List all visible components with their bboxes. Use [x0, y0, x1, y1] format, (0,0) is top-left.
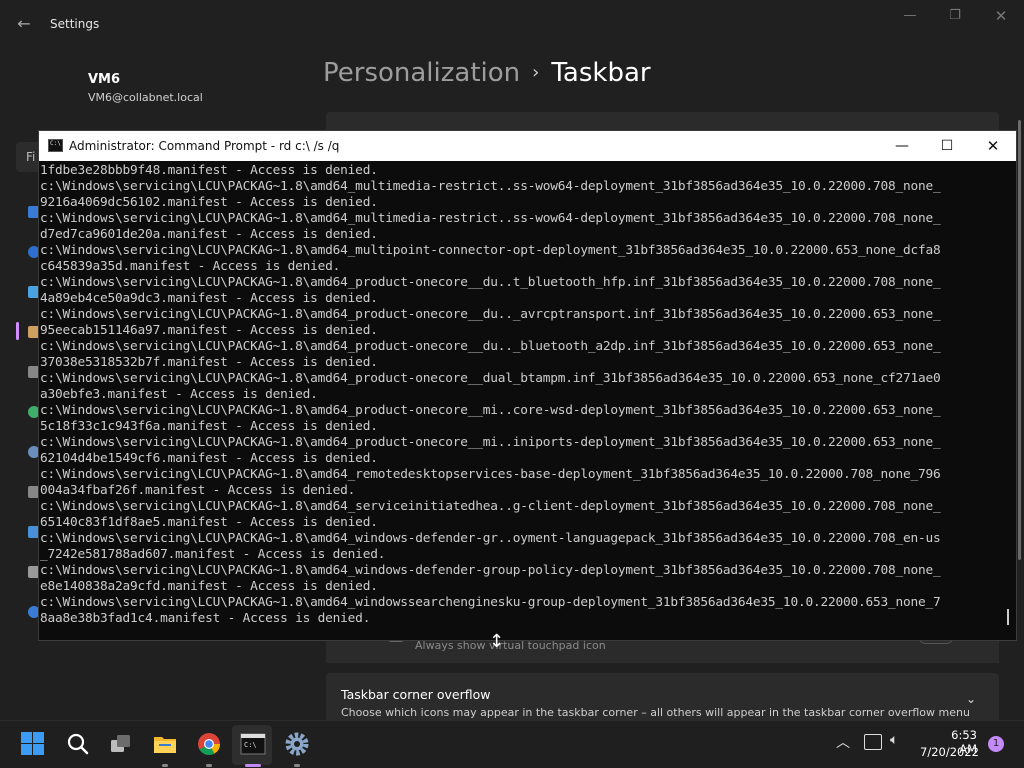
- folder-icon[interactable]: [152, 731, 178, 757]
- console-line: c:\Windows\servicing\LCU\PACKAG~1.8\amd6…: [40, 339, 941, 354]
- console-line: c:\Windows\servicing\LCU\PACKAG~1.8\amd6…: [40, 211, 941, 226]
- overflow-title: Taskbar corner overflow: [341, 687, 491, 702]
- console-line: c:\Windows\servicing\LCU\PACKAG~1.8\amd6…: [40, 307, 941, 322]
- cmd-title: Administrator: Command Prompt - rd c:\ /…: [69, 139, 340, 153]
- console-line: c:\Windows\servicing\LCU\PACKAG~1.8\amd6…: [40, 435, 941, 450]
- console-line: c:\Windows\servicing\LCU\PACKAG~1.8\amd6…: [40, 531, 941, 546]
- breadcrumb: Personalization › Taskbar: [323, 58, 651, 88]
- cmd-active-indicator: [245, 764, 261, 767]
- tray-overflow-chevron-icon[interactable]: ︿: [836, 732, 850, 752]
- restore-button[interactable]: ❐: [940, 8, 970, 28]
- settings-running-indicator: [294, 764, 300, 767]
- console-line: 8aa8e38b3fad1c4.manifest - Access is den…: [40, 611, 371, 626]
- console-line: _7242e581788ad607.manifest - Access is d…: [40, 547, 386, 562]
- explorer-running-indicator: [162, 764, 168, 767]
- settings-scrollbar[interactable]: [1018, 120, 1021, 560]
- cmd-titlebar[interactable]: Administrator: Command Prompt - rd c:\ /…: [39, 131, 1016, 161]
- console-line: c:\Windows\servicing\LCU\PACKAG~1.8\amd6…: [40, 179, 941, 194]
- console-line: c645839a35d.manifest - Access is denied.: [40, 259, 341, 274]
- notification-badge[interactable]: 1: [988, 736, 1004, 752]
- settings-titlebar: ← Settings — ❐ ✕: [0, 0, 1024, 48]
- back-arrow-icon[interactable]: ←: [14, 14, 34, 34]
- console-line: 5c18f33c1c943f6a.manifest - Access is de…: [40, 419, 378, 434]
- console-line: c:\Windows\servicing\LCU\PACKAG~1.8\amd6…: [40, 595, 941, 610]
- console-line: c:\Windows\servicing\LCU\PACKAG~1.8\amd6…: [40, 243, 941, 258]
- cmd-minimize-button[interactable]: —: [887, 136, 917, 156]
- user-name: VM6: [88, 72, 121, 87]
- resize-cursor-icon: ↕: [489, 631, 505, 652]
- console-line: 37038e5318532b7f.manifest - Access is de…: [40, 355, 378, 370]
- command-prompt-window[interactable]: Administrator: Command Prompt - rd c:\ /…: [38, 130, 1017, 641]
- console-line: 004a34fbaf26f.manifest - Access is denie…: [40, 483, 356, 498]
- console-line: 1fdbe3e28bbb9f48.manifest - Access is de…: [40, 163, 378, 178]
- breadcrumb-parent[interactable]: Personalization: [323, 58, 520, 88]
- gear-icon[interactable]: [284, 731, 310, 757]
- app-title: Settings: [50, 17, 100, 31]
- avatar[interactable]: [24, 66, 74, 116]
- console-line: c:\Windows\servicing\LCU\PACKAG~1.8\amd6…: [40, 275, 941, 290]
- console-line: c:\Windows\servicing\LCU\PACKAG~1.8\amd6…: [40, 371, 941, 386]
- console-output[interactable]: 1fdbe3e28bbb9f48.manifest - Access is de…: [39, 163, 1016, 641]
- chrome-running-indicator: [206, 764, 212, 767]
- page-title: Taskbar: [551, 58, 651, 88]
- cmd-maximize-button[interactable]: ☐: [932, 136, 962, 156]
- chevron-down-icon[interactable]: ⌄: [966, 692, 976, 706]
- windows-start-icon[interactable]: [20, 731, 46, 757]
- search-icon[interactable]: [65, 731, 91, 757]
- cmd-scrollbar[interactable]: [1007, 609, 1009, 625]
- chrome-icon[interactable]: [196, 731, 222, 757]
- console-line: d7ed7ca9601de20a.manifest - Access is de…: [40, 227, 378, 242]
- overflow-description: Choose which icons may appear in the tas…: [341, 706, 970, 719]
- volume-icon[interactable]: 🔈︎: [890, 732, 898, 748]
- user-email: VM6@collabnet.local: [88, 91, 203, 104]
- console-line: 9216a4069dc56102.manifest - Access is de…: [40, 195, 378, 210]
- network-icon[interactable]: [864, 734, 882, 750]
- console-line: 65140c83f1df8ae5.manifest - Access is de…: [40, 515, 378, 530]
- console-line: 95eecab151146a97.manifest - Access is de…: [40, 323, 378, 338]
- terminal-icon: [48, 139, 63, 152]
- minimize-button[interactable]: —: [895, 8, 925, 28]
- find-setting-input[interactable]: Fi: [16, 142, 40, 172]
- console-line: c:\Windows\servicing\LCU\PACKAG~1.8\amd6…: [40, 563, 941, 578]
- clock-date[interactable]: 7/20/2022: [920, 745, 979, 759]
- nav-selected-indicator: [16, 322, 19, 340]
- cmd-close-button[interactable]: ✕: [978, 136, 1008, 156]
- console-line: e8e140838a2a9cfd.manifest - Access is de…: [40, 579, 378, 594]
- console-line: 4a89eb4ce50a9dc3.manifest - Access is de…: [40, 291, 378, 306]
- terminal-icon[interactable]: C:\: [240, 731, 266, 757]
- svg-text:C:\: C:\: [244, 741, 257, 749]
- close-button[interactable]: ✕: [986, 8, 1016, 28]
- console-line: a30ebfe3.manifest - Access is denied.: [40, 387, 318, 402]
- console-line: c:\Windows\servicing\LCU\PACKAG~1.8\amd6…: [40, 467, 941, 482]
- task-view-icon[interactable]: [108, 731, 134, 757]
- console-line: c:\Windows\servicing\LCU\PACKAG~1.8\amd6…: [40, 499, 941, 514]
- console-line: c:\Windows\servicing\LCU\PACKAG~1.8\amd6…: [40, 403, 941, 418]
- console-line: 62104d4be1549cf6.manifest - Access is de…: [40, 451, 378, 466]
- breadcrumb-separator-icon: ›: [532, 62, 540, 83]
